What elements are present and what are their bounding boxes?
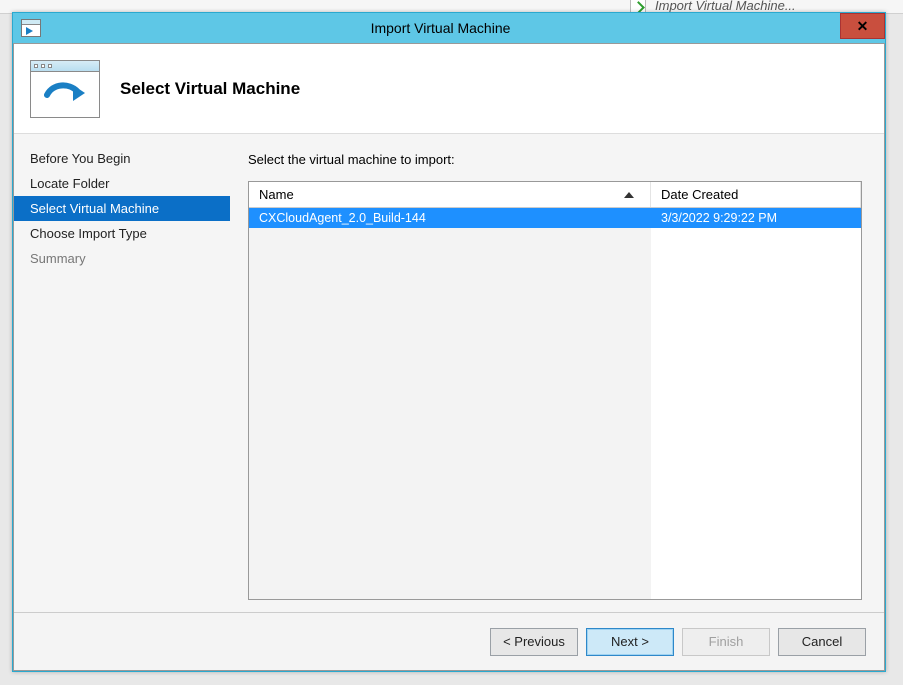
step-summary[interactable]: Summary: [14, 246, 230, 271]
wizard-main: Select the virtual machine to import: Na…: [230, 134, 884, 612]
close-icon: ✕: [857, 18, 869, 35]
vm-list: Name Date Created CXCloudAgent_2.0_Build…: [248, 181, 862, 600]
titlebar: Import Virtual Machine ✕: [13, 13, 885, 43]
column-name[interactable]: Name: [249, 182, 651, 207]
wizard-icon: [30, 60, 100, 118]
step-select-vm[interactable]: Select Virtual Machine: [14, 196, 230, 221]
step-locate-folder[interactable]: Locate Folder: [14, 171, 230, 196]
close-button[interactable]: ✕: [840, 13, 885, 39]
next-button[interactable]: Next >: [586, 628, 674, 656]
table-body[interactable]: CXCloudAgent_2.0_Build-144 3/3/2022 9:29…: [249, 208, 861, 599]
table-row[interactable]: CXCloudAgent_2.0_Build-144 3/3/2022 9:29…: [249, 208, 861, 228]
dialog-title: Import Virtual Machine: [41, 20, 885, 36]
instruction-text: Select the virtual machine to import:: [248, 152, 862, 167]
sort-asc-icon: [624, 192, 634, 198]
wizard-steps: Before You Begin Locate Folder Select Vi…: [14, 134, 230, 612]
cell-name: CXCloudAgent_2.0_Build-144: [249, 211, 651, 225]
table-header: Name Date Created: [249, 182, 861, 208]
column-date-label: Date Created: [661, 187, 738, 202]
previous-button[interactable]: < Previous: [490, 628, 578, 656]
cancel-button[interactable]: Cancel: [778, 628, 866, 656]
cell-date: 3/3/2022 9:29:22 PM: [651, 211, 861, 225]
wizard-header: Select Virtual Machine: [14, 44, 884, 134]
wizard-footer: < Previous Next > Finish Cancel: [14, 612, 884, 670]
finish-button: Finish: [682, 628, 770, 656]
app-icon: [21, 19, 41, 37]
import-vm-dialog: Import Virtual Machine ✕ Select Virtual …: [12, 12, 886, 672]
wizard-heading: Select Virtual Machine: [120, 79, 300, 99]
step-choose-import-type[interactable]: Choose Import Type: [14, 221, 230, 246]
step-before-you-begin[interactable]: Before You Begin: [14, 146, 230, 171]
column-date[interactable]: Date Created: [651, 182, 861, 207]
column-name-label: Name: [259, 187, 294, 202]
